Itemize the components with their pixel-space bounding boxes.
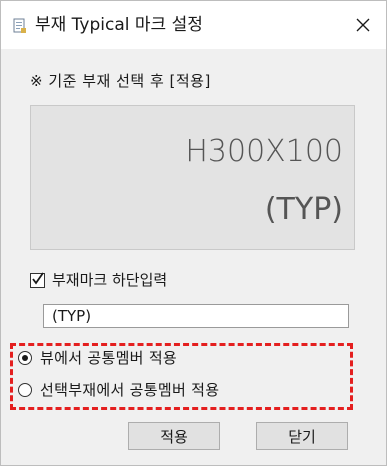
preview-member-size: H300X100 bbox=[185, 134, 343, 169]
radio-option-view[interactable]: 뷰에서 공통멤버 적용 bbox=[18, 347, 177, 369]
instruction-text: ※ 기준 부재 선택 후 [적용] bbox=[30, 72, 211, 90]
bottom-mark-checkbox-row[interactable]: 부재마크 하단입력 bbox=[30, 269, 167, 291]
preview-typical-mark: (TYP) bbox=[264, 192, 343, 227]
bottom-mark-input[interactable] bbox=[43, 304, 349, 328]
radio-button-selected[interactable] bbox=[18, 351, 32, 365]
radio-option-selected-members-label: 선택부재에서 공통멤버 적용 bbox=[40, 381, 220, 399]
close-button[interactable]: 닫기 bbox=[256, 422, 348, 450]
radio-button-unselected[interactable] bbox=[18, 383, 32, 397]
dialog-title: 부재 Typical 마크 설정 bbox=[35, 15, 203, 35]
apply-button[interactable]: 적용 bbox=[128, 422, 220, 450]
radio-option-view-label: 뷰에서 공통멤버 적용 bbox=[40, 349, 178, 367]
mark-preview-panel: H300X100 (TYP) bbox=[30, 105, 355, 250]
bottom-mark-checkbox[interactable] bbox=[30, 271, 45, 288]
dialog-window: 부재 Typical 마크 설정 ※ 기준 부재 선택 후 [적용] H300X… bbox=[0, 0, 387, 466]
close-icon bbox=[356, 18, 370, 32]
bottom-mark-checkbox-label: 부재마크 하단입력 bbox=[52, 271, 168, 289]
dialog-app-icon bbox=[13, 18, 27, 34]
checkmark-icon bbox=[32, 271, 44, 285]
title-bar[interactable]: 부재 Typical 마크 설정 bbox=[1, 1, 386, 49]
radio-option-selected-members[interactable]: 선택부재에서 공통멤버 적용 bbox=[18, 379, 219, 401]
close-window-button[interactable] bbox=[340, 1, 386, 49]
